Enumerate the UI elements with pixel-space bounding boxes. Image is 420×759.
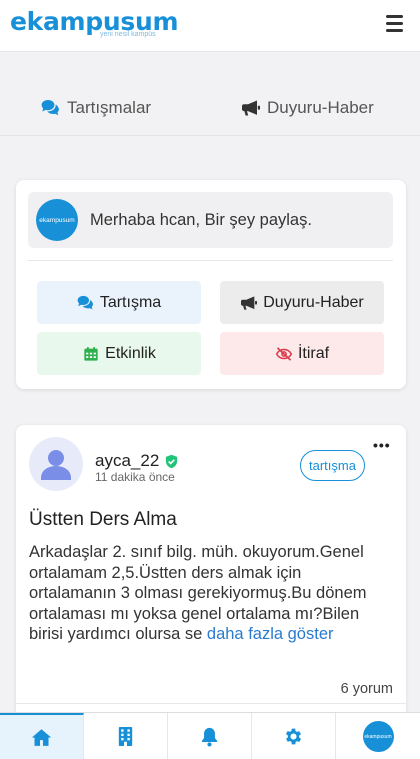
composer-card: ekampusum Merhaba hcan, Bir şey paylaş. …	[16, 180, 406, 389]
bottom-navigation: ekampusum	[0, 712, 420, 759]
tab-announcements[interactable]: Duyuru-Haber	[241, 98, 374, 118]
share-prompt-box[interactable]: ekampusum Merhaba hcan, Bir şey paylaş.	[28, 192, 393, 248]
post-timestamp: 11 dakika önce	[95, 470, 175, 484]
comments-icon	[77, 295, 93, 309]
megaphone-icon	[242, 100, 260, 116]
new-confession-label: İtiraf	[297, 344, 330, 362]
eye-slash-icon	[275, 346, 293, 361]
post-author[interactable]: ayca_22	[95, 451, 179, 471]
comment-count[interactable]: 6 yorum	[341, 681, 393, 697]
show-more-link[interactable]: daha fazla göster	[207, 625, 334, 643]
nav-settings[interactable]	[252, 713, 336, 759]
app-logo[interactable]: ekampusum yeni nesil kampüs	[10, 9, 179, 38]
more-options-icon[interactable]: •••	[373, 438, 391, 452]
new-event-button[interactable]: Etkinlik	[37, 332, 201, 375]
new-confession-button[interactable]: İtiraf	[220, 332, 384, 375]
post-card: ayca_22 11 dakika önce tartışma ••• Üstt…	[16, 425, 406, 725]
share-prompt-text: Merhaba hcan, Bir şey paylaş.	[90, 210, 312, 229]
user-avatar: ekampusum	[36, 199, 78, 241]
post-title[interactable]: Üstten Ders Alma	[29, 509, 177, 531]
nav-campus[interactable]	[84, 713, 168, 759]
new-announcement-button[interactable]: Duyuru-Haber	[220, 281, 384, 324]
feed-tabs: Tartışmalar Duyuru-Haber	[0, 80, 420, 136]
app-header: ekampusum yeni nesil kampüs	[0, 0, 420, 52]
new-event-label: Etkinlik	[105, 344, 156, 362]
home-icon	[31, 729, 52, 746]
logo-tagline: yeni nesil kampüs	[100, 31, 156, 38]
new-discussion-button[interactable]: Tartışma	[37, 281, 201, 324]
post-author-name: ayca_22	[95, 451, 160, 470]
post-category-badge[interactable]: tartışma	[300, 450, 365, 481]
building-icon	[118, 726, 133, 747]
divider	[16, 703, 406, 704]
profile-avatar: ekampusum	[362, 721, 394, 752]
nav-home[interactable]	[0, 713, 84, 759]
user-silhouette-icon	[41, 450, 71, 480]
megaphone-icon	[241, 295, 258, 310]
tab-discussions-label: Tartışmalar	[67, 98, 152, 117]
post-author-avatar[interactable]	[29, 437, 83, 491]
calendar-icon	[84, 346, 98, 361]
nav-profile[interactable]: ekampusum	[336, 713, 420, 759]
divider	[28, 260, 393, 261]
nav-notifications[interactable]	[168, 713, 252, 759]
gear-icon	[285, 728, 302, 745]
comments-icon	[41, 100, 59, 116]
tab-discussions[interactable]: Tartışmalar	[41, 98, 151, 118]
verified-shield-icon	[166, 454, 178, 468]
post-body: Arkadaşlar 2. sınıf bilg. müh. okuyorum.…	[29, 542, 369, 645]
new-discussion-label: Tartışma	[99, 293, 162, 311]
tab-announcements-label: Duyuru-Haber	[267, 98, 374, 117]
bell-icon	[201, 727, 218, 747]
new-announcement-label: Duyuru-Haber	[263, 293, 364, 311]
hamburger-menu-icon[interactable]	[384, 15, 406, 35]
